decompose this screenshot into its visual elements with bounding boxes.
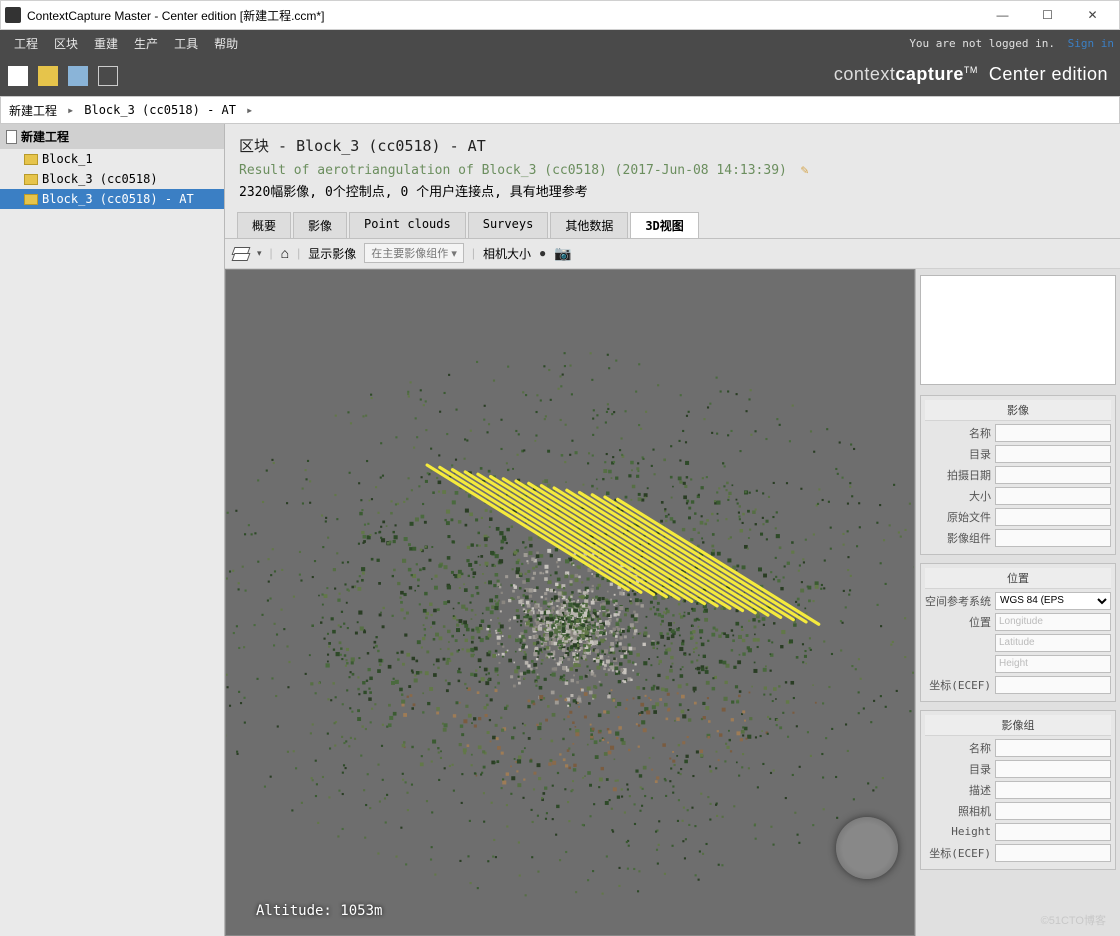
tab-3dview[interactable]: 3D视图 [630,212,698,238]
tab-pointclouds[interactable]: Point clouds [349,212,466,238]
panel-position-header: 位置 [925,568,1111,589]
breadcrumb-block[interactable]: Block_3 (cc0518) - AT [84,103,236,117]
chevron-down-icon[interactable]: ▾ [257,248,262,259]
minimize-button[interactable]: — [980,1,1025,29]
panel-image-header: 影像 [925,400,1111,421]
camera-icon[interactable]: 📷 [554,245,571,262]
dot-icon[interactable]: ● [539,246,546,260]
ecef-field[interactable] [995,676,1111,694]
open-file-icon[interactable] [38,66,58,86]
tab-otherdata[interactable]: 其他数据 [550,212,628,238]
height-field[interactable]: Height [995,655,1111,673]
block-info: 区块 - Block_3 (cc0518) - AT Result of aer… [225,124,1120,212]
breadcrumb-root[interactable]: 新建工程 [9,102,57,119]
app-icon [5,7,21,23]
menu-block[interactable]: 区块 [46,35,86,52]
altitude-readout: Altitude: 1053m [256,903,382,919]
options-icon[interactable] [98,66,118,86]
folder-icon [24,154,38,165]
chevron-right-icon: ▸ [246,103,253,117]
ig-desc-field[interactable] [995,781,1111,799]
thumbnail-preview [920,275,1116,385]
maximize-button[interactable]: ☐ [1025,1,1070,29]
image-orig-field[interactable] [995,508,1111,526]
tree-root-label: 新建工程 [21,128,69,145]
main-toolbar: contextcaptureTM Center edition [0,56,1120,96]
ig-height-field[interactable] [995,823,1111,841]
new-file-icon[interactable] [8,66,28,86]
viewer-toolbar: ▾ | ⌂ | 显示影像 在主要影像组作 ▾ | 相机大小 ● 📷 [225,239,1120,269]
panel-position: 位置 空间参考系统 WGS 84 (EPS 位置Longitude Latitu… [920,563,1116,702]
menu-help[interactable]: 帮助 [206,35,246,52]
image-date-field[interactable] [995,466,1111,484]
layers-icon[interactable] [233,245,249,261]
show-images-label: 显示影像 [308,245,356,262]
window-title: ContextCapture Master - Center edition [… [27,7,980,24]
lat-field[interactable]: Latitude [995,634,1111,652]
tab-surveys[interactable]: Surveys [468,212,549,238]
panel-imagegroup-header: 影像组 [925,715,1111,736]
ig-camera-field[interactable] [995,802,1111,820]
ig-dir-field[interactable] [995,760,1111,778]
tab-images[interactable]: 影像 [293,212,347,238]
ig-ecef-field[interactable] [995,844,1111,862]
main-panel: 区块 - Block_3 (cc0518) - AT Result of aer… [225,124,1120,936]
edit-icon[interactable]: ✎ [801,163,809,178]
watermark: ©51CTO博客 [1041,912,1106,928]
image-group-dropdown[interactable]: 在主要影像组作 ▾ [364,243,464,263]
project-tree: 新建工程 Block_1 Block_3 (cc0518) Block_3 (c… [0,124,225,936]
panel-imagegroup: 影像组 名称 目录 描述 照相机 Height 坐标(ECEF) [920,710,1116,870]
ig-name-field[interactable] [995,739,1111,757]
3d-viewport[interactable]: Altitude: 1053m [225,269,915,936]
folder-icon [24,194,38,205]
tree-root[interactable]: 新建工程 [0,124,224,149]
menu-production[interactable]: 生产 [126,35,166,52]
tab-overview[interactable]: 概要 [237,212,291,238]
save-icon[interactable] [68,66,88,86]
image-name-field[interactable] [995,424,1111,442]
menu-bar: 工程 区块 重建 生产 工具 帮助 You are not logged in.… [0,30,1120,56]
tab-bar: 概要 影像 Point clouds Surveys 其他数据 3D视图 [225,212,1120,239]
srs-select[interactable]: WGS 84 (EPS [995,592,1111,610]
window-titlebar: ContextCapture Master - Center edition [… [0,0,1120,30]
tree-node-block1[interactable]: Block_1 [0,149,224,169]
image-size-field[interactable] [995,487,1111,505]
tree-node-block3[interactable]: Block_3 (cc0518) [0,169,224,189]
document-icon [6,130,17,144]
lon-field[interactable]: Longitude [995,613,1111,631]
breadcrumb: 新建工程 ▸ Block_3 (cc0518) - AT ▸ [0,96,1120,124]
menu-tools[interactable]: 工具 [166,35,206,52]
chevron-right-icon: ▸ [67,103,74,117]
brand: contextcaptureTM Center edition [834,64,1108,85]
close-button[interactable]: ✕ [1070,1,1115,29]
folder-icon [24,174,38,185]
camera-size-label: 相机大小 [483,245,531,262]
at-result-text: Result of aerotriangulation of Block_3 (… [239,163,787,178]
home-icon[interactable]: ⌂ [281,245,289,261]
compass-icon[interactable] [836,817,898,879]
block-heading: 区块 - Block_3 (cc0518) - AT [239,134,1106,160]
not-logged-text: You are not logged in. [909,37,1055,50]
block-stats: 2320幅影像, 0个控制点, 0 个用户连接点, 具有地理参考 [239,182,1106,204]
menu-reconstruct[interactable]: 重建 [86,35,126,52]
tree-node-block3-at[interactable]: Block_3 (cc0518) - AT [0,189,224,209]
sign-in-link[interactable]: Sign in [1068,37,1114,50]
property-panels: 影像 名称 目录 拍摄日期 大小 原始文件 影像组件 位置 空间参考系统 WGS… [915,269,1120,936]
login-status: You are not logged in. Sign in [909,37,1114,50]
image-comp-field[interactable] [995,529,1111,547]
menu-project[interactable]: 工程 [6,35,46,52]
image-dir-field[interactable] [995,445,1111,463]
panel-image: 影像 名称 目录 拍摄日期 大小 原始文件 影像组件 [920,395,1116,555]
